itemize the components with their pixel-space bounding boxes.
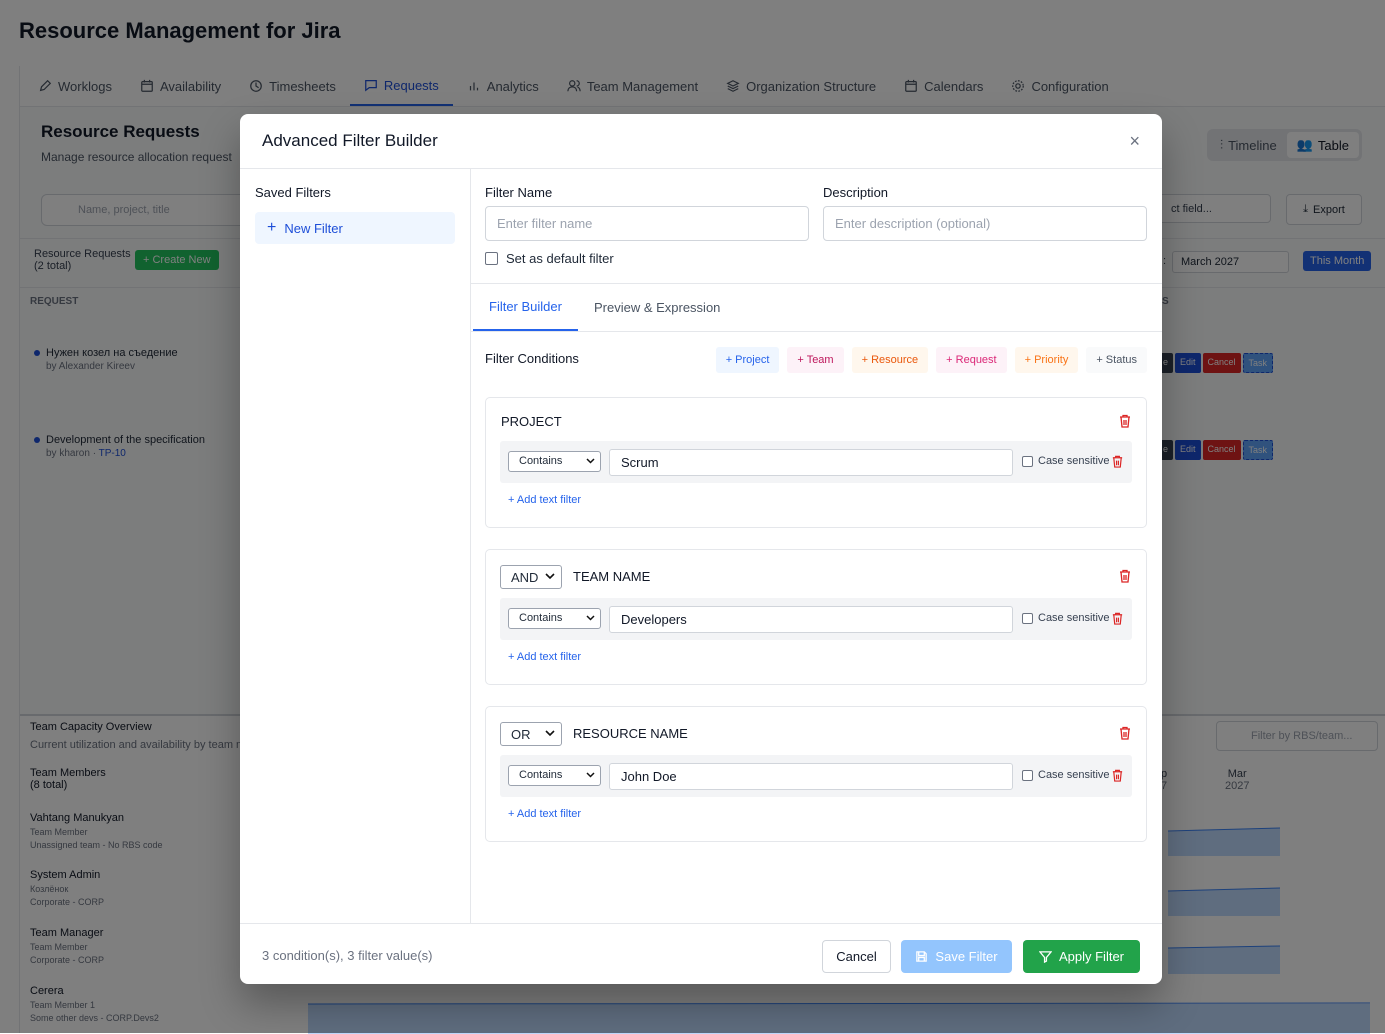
editor-tabs: Filter Builder Preview & Expression — [471, 283, 1162, 332]
plus-icon: + — [267, 219, 277, 236]
case-sensitive-checkbox[interactable]: Case sensitive — [1022, 769, 1110, 781]
condition-row: Contains Scrum Case sensitive — [500, 441, 1132, 483]
filter-builder-dialog: Advanced Filter Builder × Saved Filters … — [240, 114, 1162, 984]
group-title: PROJECT — [501, 414, 562, 429]
default-filter-checkbox[interactable]: Set as default filter — [485, 251, 614, 266]
saved-filters-panel: Saved Filters + New Filter — [240, 169, 471, 923]
chevron-down-icon — [545, 730, 555, 737]
new-filter-item[interactable]: + New Filter — [255, 212, 455, 244]
trash-icon[interactable] — [1118, 569, 1132, 583]
tab-preview-expression[interactable]: Preview & Expression — [578, 284, 736, 331]
condition-operator-select[interactable]: Contains — [508, 608, 601, 629]
trash-icon[interactable] — [1111, 612, 1124, 625]
add-text-filter-link[interactable]: + Add text filter — [508, 494, 581, 506]
dialog-title: Advanced Filter Builder — [262, 131, 438, 150]
chevron-down-icon — [586, 458, 595, 464]
case-sensitive-checkbox[interactable]: Case sensitive — [1022, 612, 1110, 624]
condition-operator-select[interactable]: Contains — [508, 765, 601, 786]
add-status-chip[interactable]: + Status — [1086, 347, 1147, 373]
apply-filter-button[interactable]: Apply Filter — [1023, 940, 1140, 973]
logic-operator-select[interactable]: OR — [500, 722, 562, 746]
trash-icon[interactable] — [1118, 726, 1132, 740]
add-project-chip[interactable]: + Project — [715, 347, 780, 373]
add-request-chip[interactable]: + Request — [936, 347, 1007, 373]
filter-name-field: Filter Name Enter filter name — [485, 185, 809, 241]
cancel-button[interactable]: Cancel — [822, 940, 891, 973]
dialog-header: Advanced Filter Builder × — [240, 114, 1162, 169]
add-text-filter-link[interactable]: + Add text filter — [508, 651, 581, 663]
condition-value-input[interactable]: Developers — [609, 606, 1013, 633]
filter-summary: 3 condition(s), 3 filter value(s) — [262, 948, 433, 963]
group-title: TEAM NAME — [573, 569, 651, 584]
checkbox[interactable] — [485, 252, 498, 265]
condition-row: Contains Developers Case sensitive — [500, 598, 1132, 640]
filter-icon — [1038, 951, 1052, 963]
condition-value-input[interactable]: Scrum — [609, 449, 1013, 476]
description-input[interactable]: Enter description (optional) — [823, 206, 1147, 241]
trash-icon[interactable] — [1118, 414, 1132, 428]
dialog-footer: 3 condition(s), 3 filter value(s) Cancel… — [240, 923, 1162, 984]
case-sensitive-checkbox[interactable]: Case sensitive — [1022, 455, 1110, 467]
condition-row: Contains John Doe Case sensitive — [500, 755, 1132, 797]
add-condition-chips: + Project + Team + Resource + Request + … — [715, 347, 1147, 373]
save-filter-button[interactable]: Save Filter — [901, 940, 1012, 973]
condition-group-project: PROJECT Contains Scrum Case sensitive + … — [485, 397, 1147, 528]
saved-filters-heading: Saved Filters — [255, 185, 331, 200]
add-text-filter-link[interactable]: + Add text filter — [508, 808, 581, 820]
filter-conditions-heading: Filter Conditions — [485, 351, 579, 366]
add-resource-chip[interactable]: + Resource — [851, 347, 929, 373]
condition-operator-select[interactable]: Contains — [508, 451, 601, 472]
save-icon — [916, 951, 928, 962]
condition-group-resource: OR RESOURCE NAME Contains John Doe Case … — [485, 706, 1147, 842]
group-title: RESOURCE NAME — [573, 726, 688, 741]
close-icon[interactable]: × — [1129, 131, 1140, 152]
chevron-down-icon — [586, 615, 595, 621]
chevron-down-icon — [545, 573, 555, 580]
tab-filter-builder[interactable]: Filter Builder — [473, 284, 578, 331]
filter-name-input[interactable]: Enter filter name — [485, 206, 809, 241]
trash-icon[interactable] — [1111, 769, 1124, 782]
add-priority-chip[interactable]: + Priority — [1014, 347, 1079, 373]
chevron-down-icon — [586, 772, 595, 778]
condition-group-team: AND TEAM NAME Contains Developers Case s… — [485, 549, 1147, 685]
condition-value-input[interactable]: John Doe — [609, 763, 1013, 790]
trash-icon[interactable] — [1111, 455, 1124, 468]
description-field: Description Enter description (optional) — [823, 185, 1147, 241]
logic-operator-select[interactable]: AND — [500, 565, 562, 589]
add-team-chip[interactable]: + Team — [787, 347, 844, 373]
filter-editor: Filter Name Enter filter name Descriptio… — [471, 169, 1162, 923]
